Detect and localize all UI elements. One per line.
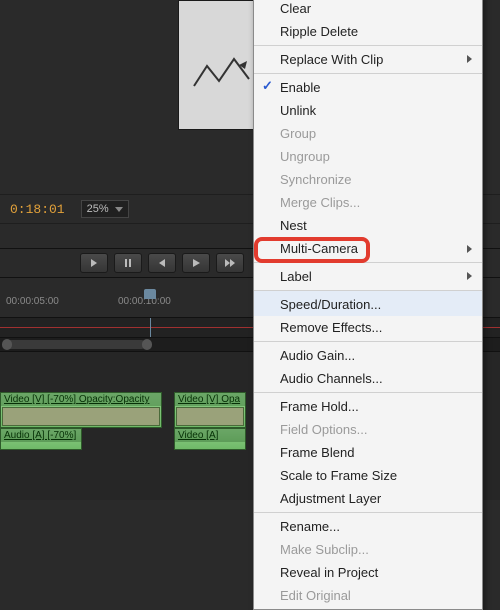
- menu-scale-to-frame-size[interactable]: Scale to Frame Size: [254, 464, 482, 487]
- clip-label: Video [V]: [178, 394, 218, 405]
- dropdown-triangle-icon: [115, 207, 123, 212]
- clip-label: Video [A]: [175, 429, 245, 442]
- video-clip[interactable]: Video [V] Opa: [174, 392, 246, 428]
- audio-clip[interactable]: Video [A]: [174, 428, 246, 450]
- submenu-arrow-icon: [467, 55, 472, 63]
- menu-remove-effects[interactable]: Remove Effects...: [254, 316, 482, 339]
- menu-label-submenu[interactable]: Label: [254, 262, 482, 288]
- step-forward-button[interactable]: [216, 253, 244, 273]
- menu-adjustment-layer[interactable]: Adjustment Layer: [254, 487, 482, 510]
- menu-replace-with-clip[interactable]: Replace With Clip: [254, 45, 482, 71]
- clip-effect-label: Opa: [221, 394, 240, 405]
- play-button[interactable]: [182, 253, 210, 273]
- step-back-button[interactable]: [148, 253, 176, 273]
- menu-edit-original: Edit Original: [254, 584, 482, 607]
- menu-multi-camera[interactable]: Multi-Camera: [254, 237, 482, 260]
- clip-gap: [162, 392, 174, 428]
- menu-synchronize: Synchronize: [254, 168, 482, 191]
- clip-thumbnail: [2, 407, 160, 426]
- ruler-tick-label: 00:00:05:00: [6, 296, 59, 307]
- menu-merge-clips: Merge Clips...: [254, 191, 482, 214]
- menu-reveal-in-project[interactable]: Reveal in Project: [254, 561, 482, 584]
- clip-effect-label: Opacity:Opacity: [79, 394, 150, 405]
- check-icon: ✓: [262, 78, 273, 94]
- mark-in-button[interactable]: [80, 253, 108, 273]
- menu-enable[interactable]: ✓ Enable: [254, 73, 482, 99]
- menu-field-options: Field Options...: [254, 418, 482, 441]
- menu-label: Enable: [280, 80, 320, 95]
- menu-ripple-delete[interactable]: Ripple Delete: [254, 20, 482, 43]
- zoom-level-dropdown[interactable]: 25%: [81, 200, 129, 218]
- clip-thumbnail: [176, 407, 244, 426]
- menu-nest[interactable]: Nest: [254, 214, 482, 237]
- menu-audio-gain[interactable]: Audio Gain...: [254, 341, 482, 367]
- menu-group: Group: [254, 122, 482, 145]
- clip-context-menu: Clear Ripple Delete Replace With Clip ✓ …: [253, 0, 483, 610]
- current-timecode[interactable]: 0:18:01: [4, 200, 71, 219]
- menu-unlink[interactable]: Unlink: [254, 99, 482, 122]
- menu-ungroup: Ungroup: [254, 145, 482, 168]
- menu-audio-channels[interactable]: Audio Channels...: [254, 367, 482, 390]
- menu-label: Label: [280, 269, 312, 284]
- zoom-handle-right[interactable]: [142, 339, 152, 350]
- playhead-line: [150, 318, 151, 337]
- submenu-arrow-icon: [467, 245, 472, 253]
- menu-clear[interactable]: Clear: [254, 0, 482, 20]
- clip-label: Audio [A] [-70%]: [1, 429, 81, 442]
- zoom-thumb[interactable]: [6, 340, 146, 349]
- audio-clip[interactable]: Audio [A] [-70%]: [0, 428, 82, 450]
- menu-label: Multi-Camera: [280, 241, 358, 256]
- video-clip[interactable]: Video [V] [-70%] Opacity:Opacity: [0, 392, 162, 428]
- mark-out-button[interactable]: [114, 253, 142, 273]
- menu-frame-blend[interactable]: Frame Blend: [254, 441, 482, 464]
- submenu-arrow-icon: [467, 272, 472, 280]
- menu-label: Replace With Clip: [280, 52, 383, 67]
- zoom-handle-left[interactable]: [2, 339, 12, 350]
- playhead-handle[interactable]: [144, 289, 156, 299]
- clip-label: Video [V] [-70%]: [4, 394, 76, 405]
- menu-speed-duration[interactable]: Speed/Duration...: [254, 290, 482, 316]
- menu-make-subclip: Make Subclip...: [254, 538, 482, 561]
- monitor-content-image: [189, 51, 259, 91]
- menu-frame-hold[interactable]: Frame Hold...: [254, 392, 482, 418]
- menu-rename[interactable]: Rename...: [254, 512, 482, 538]
- clip-gap: [82, 428, 174, 452]
- zoom-value: 25%: [87, 203, 109, 215]
